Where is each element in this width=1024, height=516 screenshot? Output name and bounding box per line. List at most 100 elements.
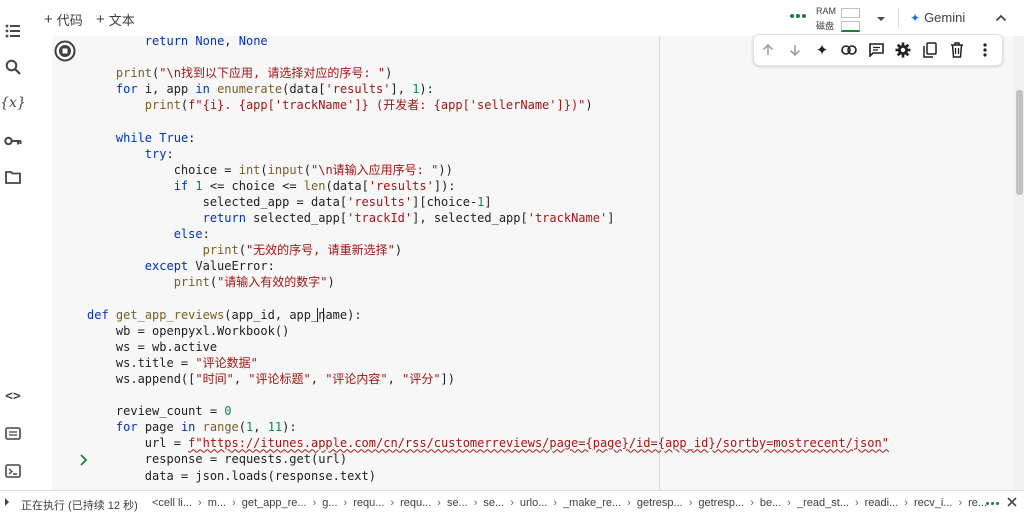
toc-icon[interactable] xyxy=(4,22,22,40)
comment-icon[interactable] xyxy=(867,41,885,59)
code-line[interactable]: except ValueError: xyxy=(87,259,275,273)
trace-frame[interactable]: g... xyxy=(322,497,337,509)
trace-separator-icon: › xyxy=(198,497,202,509)
trace-separator-icon: › xyxy=(510,497,514,509)
trace-frame[interactable]: _make_re... xyxy=(563,497,621,509)
delete-icon[interactable] xyxy=(948,41,966,59)
code-line[interactable]: return selected_app['trackId'], selected… xyxy=(87,211,615,225)
close-icon[interactable] xyxy=(1006,496,1018,508)
move-up-icon[interactable] xyxy=(759,41,777,59)
trace-separator-icon: › xyxy=(312,497,317,509)
trace-separator-icon: › xyxy=(343,497,348,509)
add-text-label: 文本 xyxy=(108,13,135,28)
status-bar: 正在执行 (已持续 12 秒) <cell li... › m... › get_app… xyxy=(0,490,1024,516)
left-icon-rail: {x} <> xyxy=(0,0,26,490)
collapse-chevron-up-icon[interactable] xyxy=(994,11,1008,25)
trace-frame[interactable]: requ... xyxy=(400,497,431,509)
cell-toolbar: ✦ xyxy=(753,34,1003,66)
settings-gear-icon[interactable] xyxy=(894,41,912,59)
search-icon[interactable] xyxy=(4,58,22,76)
trace-frame[interactable]: get_app_re... xyxy=(242,497,307,509)
trace-frame[interactable]: <cell li... xyxy=(152,497,192,509)
plus-icon: + xyxy=(96,11,105,28)
text-cursor-ibeam xyxy=(317,308,324,322)
add-code-button[interactable]: + 代码 xyxy=(44,10,83,29)
trace-frame[interactable]: se... xyxy=(447,497,468,509)
trace-frame[interactable]: re... xyxy=(968,497,987,509)
trace-separator-icon: › xyxy=(390,497,395,509)
move-down-icon[interactable] xyxy=(786,41,804,59)
code-line[interactable]: for page in range(1, 11): xyxy=(87,420,297,434)
trace-separator-icon: › xyxy=(904,497,908,509)
trace-separator-icon: › xyxy=(787,497,791,509)
variables-icon[interactable]: {x} xyxy=(0,94,26,112)
resource-monitor[interactable]: RAM 磁盘 xyxy=(816,6,866,32)
key-icon[interactable] xyxy=(4,132,22,150)
notebook-toolbar: + 代码 + 文本 RAM 磁盘 ✦ Gemini xyxy=(26,0,1024,36)
code-line[interactable]: print("请输入有效的数字") xyxy=(87,275,335,289)
trace-frame[interactable]: getresp... xyxy=(637,497,683,509)
code-line[interactable]: selected_app = data['results'][choice-1] xyxy=(87,195,492,209)
gemini-sparkle-icon[interactable]: ✦ xyxy=(813,41,831,59)
disk-usage-bar xyxy=(841,21,860,32)
gemini-sparkle-icon: ✦ xyxy=(910,10,921,25)
call-stack-trace: <cell li... › m... › get_app_re... › g... › requ… xyxy=(152,497,987,509)
code-line[interactable]: url = f"https://itunes.apple.com/cn/rss/… xyxy=(87,436,889,450)
disk-label: 磁盘 xyxy=(816,21,835,31)
code-line[interactable]: choice = int(input("\n请输入应用序号: ")) xyxy=(87,163,453,177)
ram-label: RAM xyxy=(816,6,836,16)
code-editor[interactable]: return None, None print("\n找到以下应用, 请选择对应… xyxy=(87,33,889,484)
trace-separator-icon: › xyxy=(473,497,478,509)
terminal-icon[interactable] xyxy=(4,462,22,480)
code-line[interactable]: wb = openpyxl.Workbook() xyxy=(87,324,289,338)
code-line[interactable]: while True: xyxy=(87,131,196,145)
trace-overflow-icon[interactable] xyxy=(986,502,999,505)
trace-separator-icon: › xyxy=(958,497,963,509)
code-line[interactable]: data = json.loads(response.text) xyxy=(87,469,376,483)
trace-frame[interactable]: _read_st... xyxy=(797,497,849,509)
code-line[interactable]: response = requests.get(url) xyxy=(87,452,347,466)
mirror-cell-icon[interactable] xyxy=(921,41,939,59)
add-code-label: 代码 xyxy=(56,13,83,28)
code-line[interactable]: print(f"{i}. {app['trackName']} (开发者: {a… xyxy=(87,98,593,112)
stop-execution-button[interactable] xyxy=(54,40,76,62)
more-vert-icon[interactable] xyxy=(976,41,994,59)
trace-frame[interactable]: recv_i... xyxy=(914,497,953,509)
code-line[interactable]: else: xyxy=(87,227,210,241)
expand-arrow-icon[interactable] xyxy=(4,497,12,507)
trace-separator-icon: › xyxy=(750,497,754,509)
trace-frame[interactable]: se... xyxy=(483,497,504,509)
scrollbar-thumb[interactable] xyxy=(1016,90,1023,195)
trace-separator-icon: › xyxy=(553,497,558,509)
trace-frame[interactable]: getresp... xyxy=(698,497,744,509)
trace-frame[interactable]: urlo... xyxy=(520,497,548,509)
folder-icon[interactable] xyxy=(4,168,22,186)
ram-usage-bar xyxy=(841,8,860,18)
code-line[interactable]: for i, app in enumerate(data['results'],… xyxy=(87,82,434,96)
runtime-dropdown-icon[interactable] xyxy=(875,12,887,24)
toolbar-divider xyxy=(898,8,899,28)
gemini-button[interactable]: ✦ Gemini xyxy=(910,10,965,25)
trace-separator-icon: › xyxy=(437,497,441,509)
trace-frame[interactable]: m... xyxy=(208,497,226,509)
add-text-button[interactable]: + 文本 xyxy=(96,10,135,29)
trace-separator-icon: › xyxy=(627,497,631,509)
code-line[interactable]: review_count = 0 xyxy=(87,404,232,418)
trace-frame[interactable]: be... xyxy=(760,497,781,509)
trace-frame[interactable]: requ... xyxy=(353,497,384,509)
trace-frame[interactable]: readi... xyxy=(865,497,899,509)
trace-separator-icon: › xyxy=(854,497,859,509)
code-line[interactable]: print("无效的序号, 请重新选择") xyxy=(87,243,403,257)
trace-separator-icon: › xyxy=(232,497,236,509)
code-line[interactable]: ws = wb.active xyxy=(87,340,217,354)
code-line[interactable]: print("\n找到以下应用, 请选择对应的序号: ") xyxy=(87,66,392,80)
trace-separator-icon: › xyxy=(688,497,693,509)
command-palette-icon[interactable] xyxy=(4,424,22,442)
code-line[interactable]: if 1 <= choice <= len(data['results']): xyxy=(87,179,456,193)
link-icon[interactable] xyxy=(840,41,858,59)
code-snippets-icon[interactable]: <> xyxy=(4,387,22,405)
code-line[interactable]: try: xyxy=(87,147,174,161)
code-line[interactable]: return None, None xyxy=(87,34,268,48)
code-line[interactable]: ws.append(["时间", "评论标题", "评论内容", "评分"]) xyxy=(87,372,455,386)
code-line[interactable]: ws.title = "评论数据" xyxy=(87,356,258,370)
